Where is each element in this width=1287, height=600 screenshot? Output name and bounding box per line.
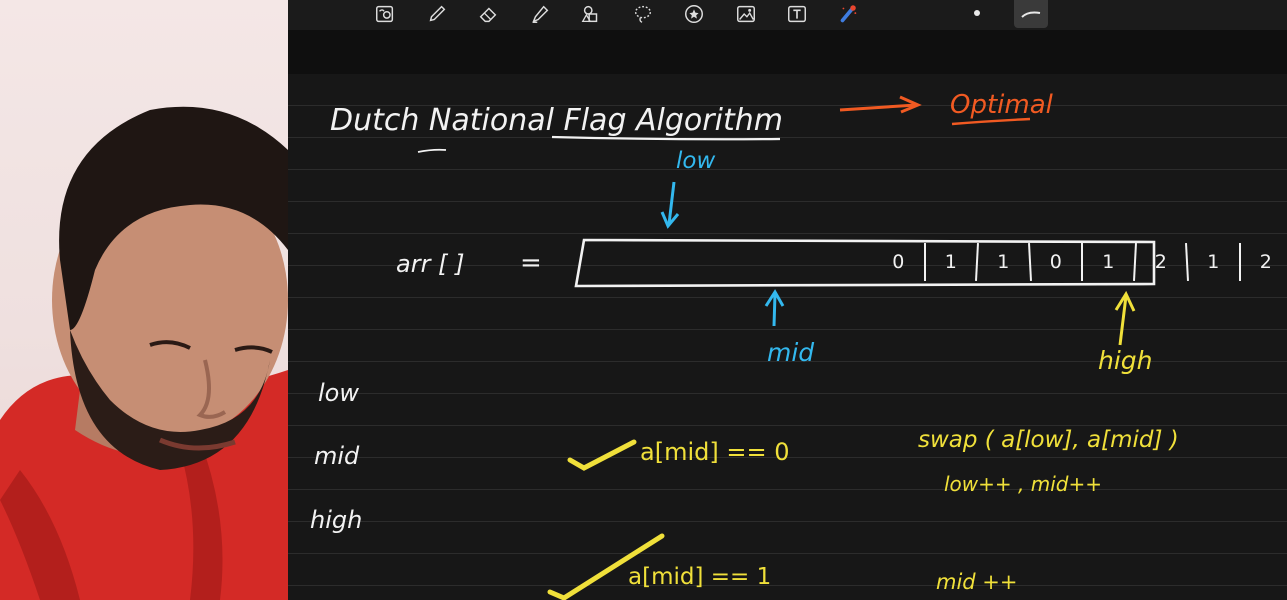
eraser-icon [479,7,497,23]
side-high-label: high [310,506,363,534]
case2-action: mid ++ [936,570,1018,594]
array-cell-1: 1 [944,251,957,273]
highlighter-tool[interactable] [525,0,555,28]
page-gap [288,30,1287,74]
laser-pointer-tool[interactable] [833,0,863,28]
arr-label: arr [ ] [396,250,465,278]
presenter-image [0,106,288,600]
pen-icon [429,5,446,22]
text-box-tool[interactable] [782,0,812,28]
arr-equals: = [520,248,542,278]
pointer-high-label: high [1098,346,1153,375]
array-cell-0: 0 [892,251,905,273]
stroke-style-button[interactable] [1014,0,1048,28]
lasso-icon [634,5,652,23]
drawing-toolbar [288,0,1287,30]
image-icon [737,5,755,23]
lasso-zoom-icon [376,5,394,23]
array-cell-4: 1 [1102,251,1115,273]
pointer-mid-label: mid [767,338,815,367]
array-cell-3: 0 [1049,251,1062,273]
array-cell-5: 2 [1154,251,1167,273]
array-cell-7: 2 [1259,251,1272,273]
eraser-tool[interactable] [473,0,503,28]
sticker-icon [685,5,703,23]
highlighter-icon [532,5,549,23]
presenter-webcam [0,0,288,600]
text-box-icon [788,5,806,23]
array-cell-6: 1 [1207,251,1220,273]
case1-increment: low++ , mid++ [944,472,1102,496]
stroke-size-option[interactable] [974,10,980,16]
pointer-low-label: low [676,148,716,174]
case1-action: swap ( a[low], a[mid] ) [918,427,1179,453]
pen-tool[interactable] [422,0,452,28]
case1-condition: a[mid] == 0 [640,438,790,466]
ruled-page [288,74,1287,600]
stroke-curve-icon [1021,11,1041,18]
image-tool[interactable] [731,0,761,28]
sticker-tool[interactable] [679,0,709,28]
shapes-icon [581,5,598,23]
shapes-tool[interactable] [576,0,606,28]
lasso-zoom-tool[interactable] [370,0,400,28]
side-mid-label: mid [314,442,360,470]
case2-condition: a[mid] == 1 [628,564,772,590]
title-text: Dutch National Flag Algorithm [330,103,783,138]
notes-canvas[interactable]: Dutch National Flag Algorithm Optimal ar… [288,0,1287,600]
lasso-tool[interactable] [628,0,658,28]
laser-pointer-icon [840,5,857,23]
array-cell-2: 1 [997,251,1010,273]
side-low-label: low [318,379,359,407]
optimal-text: Optimal [950,90,1053,120]
